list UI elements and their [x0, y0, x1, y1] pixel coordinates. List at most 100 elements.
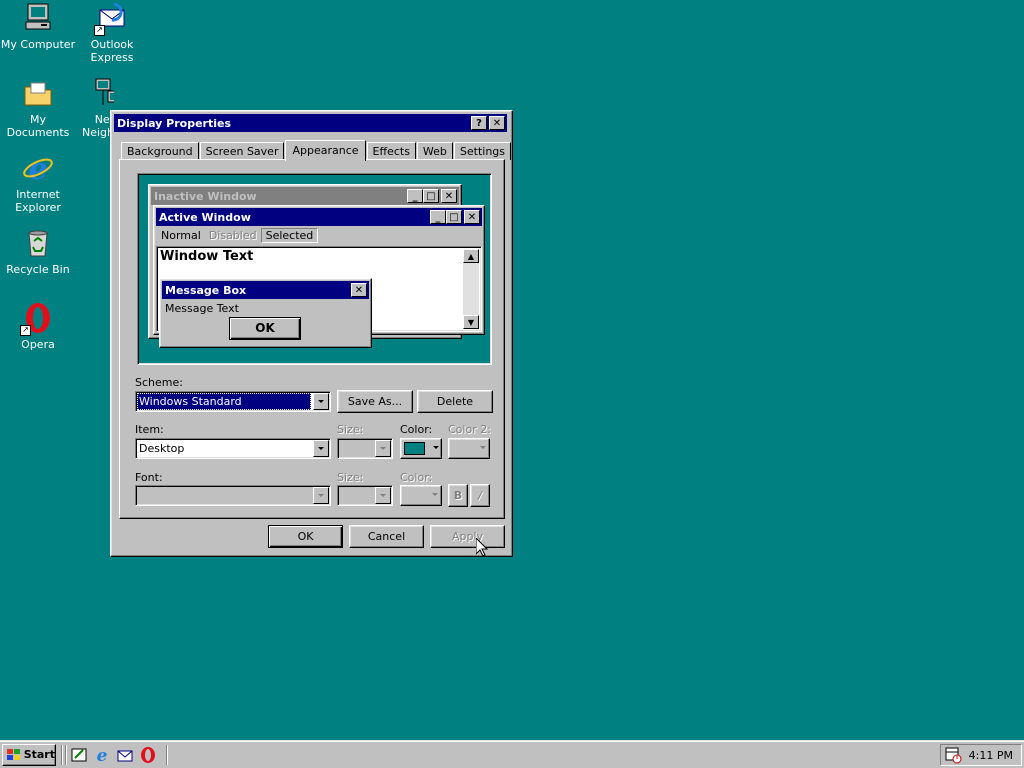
- quicklaunch-opera-icon[interactable]: [139, 746, 157, 764]
- desktop-icon-label: Outlook Express: [90, 38, 134, 64]
- desktop-icon-network-neighborhood[interactable]: Net Neigh: [74, 77, 114, 139]
- quicklaunch-internet-explorer-icon[interactable]: e: [93, 746, 111, 766]
- start-button[interactable]: Start: [2, 744, 56, 766]
- cancel-button[interactable]: Cancel: [349, 525, 424, 548]
- font-value: [137, 487, 311, 504]
- minimize-icon: _: [407, 189, 423, 203]
- desktop-icon-label: Internet Explorer: [15, 188, 61, 214]
- preview-msgbox-text: Message Text: [165, 302, 239, 315]
- close-button[interactable]: ✕: [489, 116, 505, 130]
- preview-msgbox-ok-button: OK: [229, 317, 301, 340]
- chevron-down-icon: [428, 487, 440, 504]
- chevron-down-icon: [313, 487, 329, 504]
- desktop-icon-outlook-express[interactable]: ↗ Outlook Express: [74, 2, 150, 64]
- maximize-icon: □: [423, 189, 439, 203]
- font-size-value: [339, 487, 373, 504]
- outlook-express-icon: ↗: [94, 2, 128, 36]
- quicklaunch-outlook-express-icon[interactable]: [116, 746, 134, 764]
- font-color-label: Color:: [400, 471, 433, 484]
- tab-settings[interactable]: Settings: [453, 142, 512, 160]
- internet-explorer-icon: e: [22, 152, 54, 187]
- item-color-label: Color:: [400, 423, 433, 436]
- preview-inactive-title: Inactive Window: [154, 189, 257, 203]
- svg-text:e: e: [28, 152, 47, 184]
- taskbar-divider: [166, 745, 168, 765]
- dialog-title: Display Properties: [117, 116, 232, 130]
- font-color-swatch: [402, 487, 426, 504]
- preview-msgbox-title: Message Box: [165, 283, 247, 297]
- tab-appearance[interactable]: Appearance: [285, 140, 366, 161]
- chevron-down-icon: [375, 487, 391, 504]
- system-tray: 4:11 PM: [940, 744, 1022, 766]
- tab-effects[interactable]: Effects: [366, 142, 416, 160]
- folder-icon: [22, 77, 54, 109]
- save-as-button[interactable]: Save As...: [337, 390, 413, 413]
- display-properties-dialog: Display Properties ? ✕ Background Screen…: [110, 110, 513, 557]
- item-color2-picker: [448, 438, 490, 459]
- font-size-dropdown: [337, 485, 393, 506]
- help-button[interactable]: ?: [471, 116, 487, 130]
- preview-menu-normal: Normal: [161, 229, 201, 242]
- tab-background[interactable]: Background: [121, 142, 199, 160]
- desktop-icon-recycle-bin[interactable]: Recycle Bin: [0, 227, 76, 276]
- tab-web[interactable]: Web: [416, 142, 453, 160]
- color-swatch: [404, 442, 425, 455]
- desktop-icon-label: Net Neigh: [81, 113, 114, 139]
- item-color-picker[interactable]: [400, 438, 442, 459]
- desktop-icon-label: Recycle Bin: [6, 263, 70, 276]
- scroll-down-icon: ▼: [463, 315, 479, 329]
- taskbar-divider: [65, 745, 67, 765]
- italic-button: /: [470, 484, 490, 507]
- font-size-label: Size:: [337, 471, 364, 484]
- chevron-down-icon[interactable]: [313, 440, 329, 457]
- scheme-label: Scheme:: [135, 376, 183, 389]
- color2-swatch: [450, 440, 474, 457]
- close-icon: ✕: [351, 283, 367, 297]
- minimize-icon: _: [430, 210, 446, 224]
- desktop-icon-internet-explorer[interactable]: e Internet Explorer: [0, 152, 76, 214]
- taskbar: Start e 4:11 PM: [0, 740, 1024, 768]
- tab-screen-saver[interactable]: Screen Saver: [199, 142, 285, 160]
- item-label: Item:: [135, 423, 164, 436]
- mouse-cursor-icon: [476, 538, 488, 557]
- item-size-spinner: [337, 438, 393, 459]
- desktop-icon-my-computer[interactable]: My Computer: [0, 2, 76, 51]
- desktop-icon-label: My Computer: [0, 38, 76, 51]
- desktop-icon-my-documents[interactable]: My Documents: [0, 77, 76, 139]
- desktop-icon-label: My Documents: [6, 113, 70, 139]
- preview-inactive-titlebar: Inactive Window _ □ ✕: [151, 187, 459, 205]
- appearance-preview[interactable]: Inactive Window _ □ ✕ Active Window _ □ …: [137, 173, 492, 365]
- delete-button[interactable]: Delete: [417, 390, 493, 413]
- task-scheduler-icon[interactable]: [944, 746, 962, 764]
- windows-logo-icon: [7, 749, 20, 760]
- close-icon: ✕: [464, 210, 480, 224]
- dialog-titlebar[interactable]: Display Properties ? ✕: [114, 114, 507, 132]
- font-label: Font:: [135, 471, 163, 484]
- item-color2-label: Color 2:: [448, 423, 491, 436]
- start-label: Start: [23, 748, 55, 761]
- spinner-icon: [375, 440, 391, 457]
- taskbar-divider: [61, 745, 63, 765]
- ok-button[interactable]: OK: [268, 525, 343, 548]
- recycle-bin-icon: [22, 227, 54, 259]
- chevron-down-icon: [428, 440, 440, 457]
- preview-message-box: Message Box ✕ Message Text OK: [159, 278, 372, 348]
- preview-menubar: Normal Disabled Selected: [157, 227, 319, 244]
- preview-menu-disabled: Disabled: [208, 229, 257, 242]
- preview-active-title: Active Window: [159, 210, 251, 224]
- item-dropdown[interactable]: Desktop: [135, 438, 331, 459]
- clock[interactable]: 4:11 PM: [969, 749, 1013, 762]
- quicklaunch-show-desktop-icon[interactable]: [70, 746, 88, 764]
- item-size-label: Size:: [337, 423, 364, 436]
- preview-msgbox-titlebar: Message Box ✕: [162, 281, 369, 299]
- desktop-icon-opera[interactable]: ↗ Opera: [0, 302, 76, 351]
- close-icon: ✕: [441, 189, 457, 203]
- scheme-dropdown[interactable]: Windows Standard: [135, 391, 331, 412]
- scroll-up-icon: ▲: [463, 249, 479, 263]
- apply-button: Apply: [430, 525, 505, 548]
- chevron-down-icon[interactable]: [313, 393, 329, 410]
- bold-button: B: [448, 484, 468, 507]
- desktop-icon-label: Opera: [21, 338, 55, 351]
- preview-window-text: Window Text: [160, 249, 254, 264]
- preview-scrollbar: ▲ ▼: [463, 249, 479, 329]
